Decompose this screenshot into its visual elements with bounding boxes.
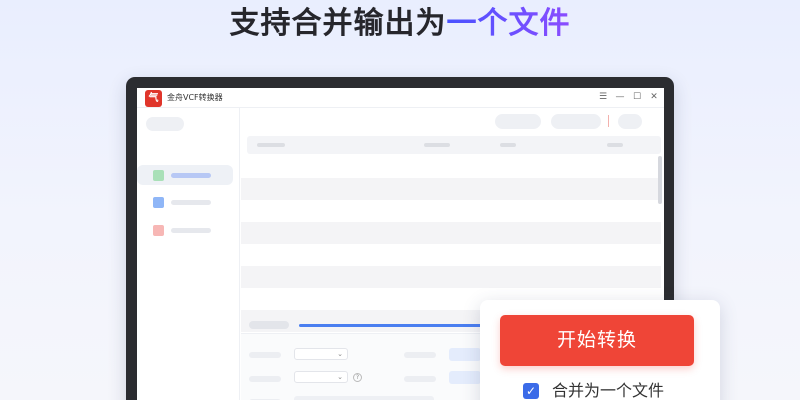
sidebar-item-1-label [171,173,211,178]
table-row[interactable] [241,200,661,222]
table-scrollbar[interactable] [658,156,662,204]
sidebar [137,108,240,400]
convert-popup-card: 开始转换 ✓ 合并为一个文件 [480,300,720,400]
option-label-4 [404,376,436,382]
option-label-3 [249,376,281,382]
minimize-icon[interactable]: — [613,90,627,104]
progress-bar [299,324,499,327]
option-select-4[interactable] [449,371,481,384]
sidebar-top-pill[interactable] [146,117,184,131]
sidebar-item-2-icon [153,197,164,208]
toolbar-divider [608,115,609,127]
menu-icon[interactable]: ☰ [596,90,610,104]
close-icon[interactable]: ✕ [647,90,661,104]
option-select-2[interactable] [449,348,481,361]
col-header-3 [500,143,516,147]
title-bar: 气 金舟VCF转换器 ☰ — ☐ ✕ [137,88,664,108]
sidebar-item-2[interactable] [137,192,233,212]
sidebar-item-3[interactable] [137,220,233,240]
option-select-1[interactable]: ⌄ [294,348,348,360]
table-header [247,136,661,154]
progress-label [249,321,289,329]
table-row[interactable] [241,244,661,266]
table-row[interactable] [241,222,661,244]
option-input-5[interactable] [294,396,434,400]
table-row[interactable] [241,156,661,178]
headline-prefix: 支持合并输出为 [229,6,447,41]
sidebar-item-3-icon [153,225,164,236]
toolbar-button-2[interactable] [551,114,601,129]
table-row[interactable] [241,266,661,288]
option-select-3[interactable]: ⌄ [294,371,348,383]
col-header-2 [424,143,450,147]
merge-checkbox[interactable]: ✓ [523,383,539,399]
sidebar-item-2-label [171,200,211,205]
headline: 支持合并输出为一个文件 [0,2,800,46]
help-icon[interactable]: ? [353,373,362,382]
option-label-1 [249,352,281,358]
option-label-2 [404,352,436,358]
sidebar-item-1[interactable] [137,165,233,185]
app-logo-icon: 气 [145,90,162,107]
col-header-1 [257,143,285,147]
sidebar-item-3-label [171,228,211,233]
sidebar-item-1-icon [153,170,164,181]
headline-highlight: 一个文件 [446,6,571,41]
table-row[interactable] [241,178,661,200]
maximize-icon[interactable]: ☐ [630,90,644,104]
app-title: 金舟VCF转换器 [167,93,223,102]
toolbar-button-1[interactable] [495,114,541,129]
toolbar-button-3[interactable] [618,114,642,129]
col-header-4 [607,143,623,147]
merge-label: 合并为一个文件 [552,381,665,400]
start-convert-button[interactable]: 开始转换 [500,315,694,366]
